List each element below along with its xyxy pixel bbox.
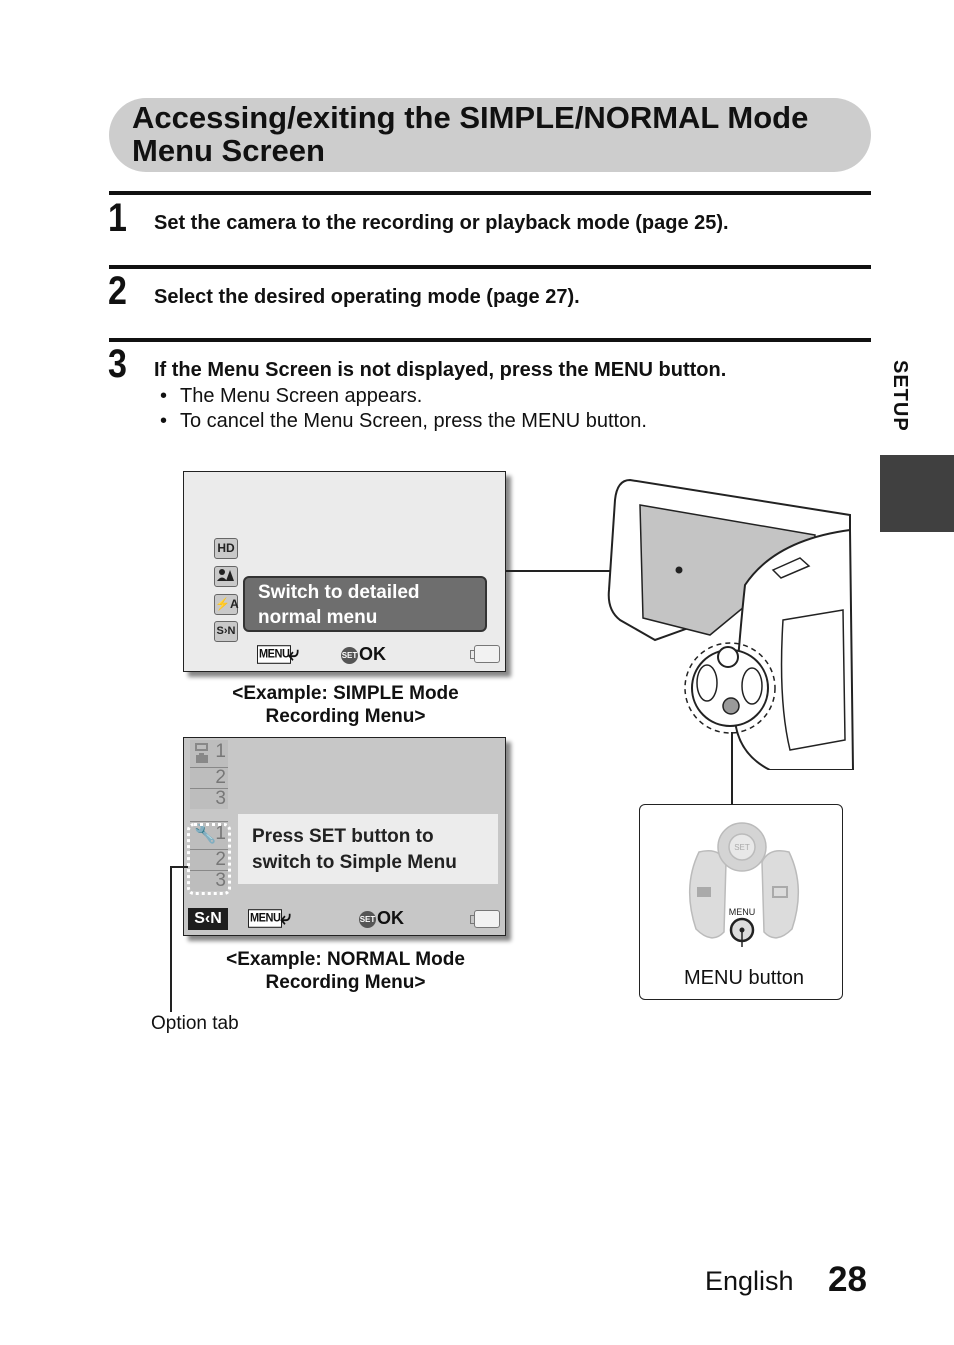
menu-button-label: MENU button — [684, 967, 805, 989]
section-tab-label: SETUP — [889, 360, 911, 432]
camera-illustration — [607, 478, 855, 770]
screen-pointer-dot — [675, 566, 683, 574]
option-tab-highlight — [187, 823, 231, 895]
return-icon: ⤶ — [280, 907, 292, 929]
photo-icon — [697, 887, 711, 897]
page-number: 28 — [828, 1260, 867, 1299]
set-ok-indicator: SETOK — [359, 908, 404, 928]
step-text: If the Menu Screen is not displayed, pre… — [154, 359, 727, 381]
menu-button-caption: MENU — [729, 907, 756, 917]
scene-icon — [214, 566, 238, 587]
simple-normal-badge: S‹N — [188, 908, 228, 930]
step-divider — [109, 265, 871, 269]
step-divider — [109, 338, 871, 342]
option-tab-label: Option tab — [151, 1013, 239, 1034]
switch-simple-info: Press SET button to switch to Simple Men… — [238, 814, 498, 884]
menu-badge-icon: MENU — [248, 909, 283, 928]
set-icon: SET — [341, 646, 358, 664]
section-tab-marker — [880, 455, 954, 532]
record-tab-1[interactable]: 1 — [190, 740, 228, 767]
set-button-label: SET — [734, 843, 750, 852]
simple-menu-caption: <Example: SIMPLE Mode Recording Menu> — [232, 683, 459, 727]
title-line-2: Menu Screen — [132, 133, 325, 168]
video-photo-icon — [195, 743, 208, 763]
control-buttons-illustration: SET MENU — [689, 822, 799, 947]
record-tab-2[interactable]: 2 — [190, 767, 228, 788]
battery-icon — [470, 910, 500, 928]
step-number: 2 — [108, 269, 127, 313]
battery-icon — [470, 645, 500, 663]
normal-menu-screen: 1 2 3 🔧 1 2 3 Press SET button to switch… — [183, 737, 506, 936]
simple-normal-icon: S›N — [214, 621, 238, 642]
page-title: Accessing/exiting the SIMPLE/NORMAL Mode… — [132, 101, 852, 167]
callout-line — [731, 732, 733, 804]
menu-badge-icon: MENU — [257, 645, 292, 664]
option-tab-callout-line — [170, 866, 172, 1012]
bullet-item: • To cancel the Menu Screen, press the ME… — [160, 410, 647, 432]
set-ok-indicator: SETOK — [341, 644, 386, 664]
hd-icon: HD — [214, 538, 238, 559]
switch-menu-balloon: Switch to detailed normal menu — [243, 576, 487, 632]
step-number: 1 — [108, 196, 127, 240]
title-line-1: Accessing/exiting the SIMPLE/NORMAL Mode — [132, 100, 809, 135]
step-divider — [109, 191, 871, 195]
return-icon: ⤶ — [288, 643, 300, 665]
simple-menu-screen: HD ⚡A S›N Switch to detailed normal menu… — [183, 471, 506, 672]
option-tab-callout-line — [170, 866, 188, 868]
footer-language: English — [705, 1266, 794, 1296]
record-tab-3[interactable]: 3 — [190, 788, 228, 809]
flash-auto-icon: ⚡A — [214, 594, 239, 615]
step-number: 3 — [108, 342, 127, 386]
step-text: Set the camera to the recording or playb… — [154, 212, 729, 234]
set-icon: SET — [359, 910, 376, 928]
normal-menu-caption: <Example: NORMAL Mode Recording Menu> — [226, 949, 465, 993]
step-text: Select the desired operating mode (page … — [154, 286, 580, 308]
bullet-item: • The Menu Screen appears. — [160, 385, 423, 407]
